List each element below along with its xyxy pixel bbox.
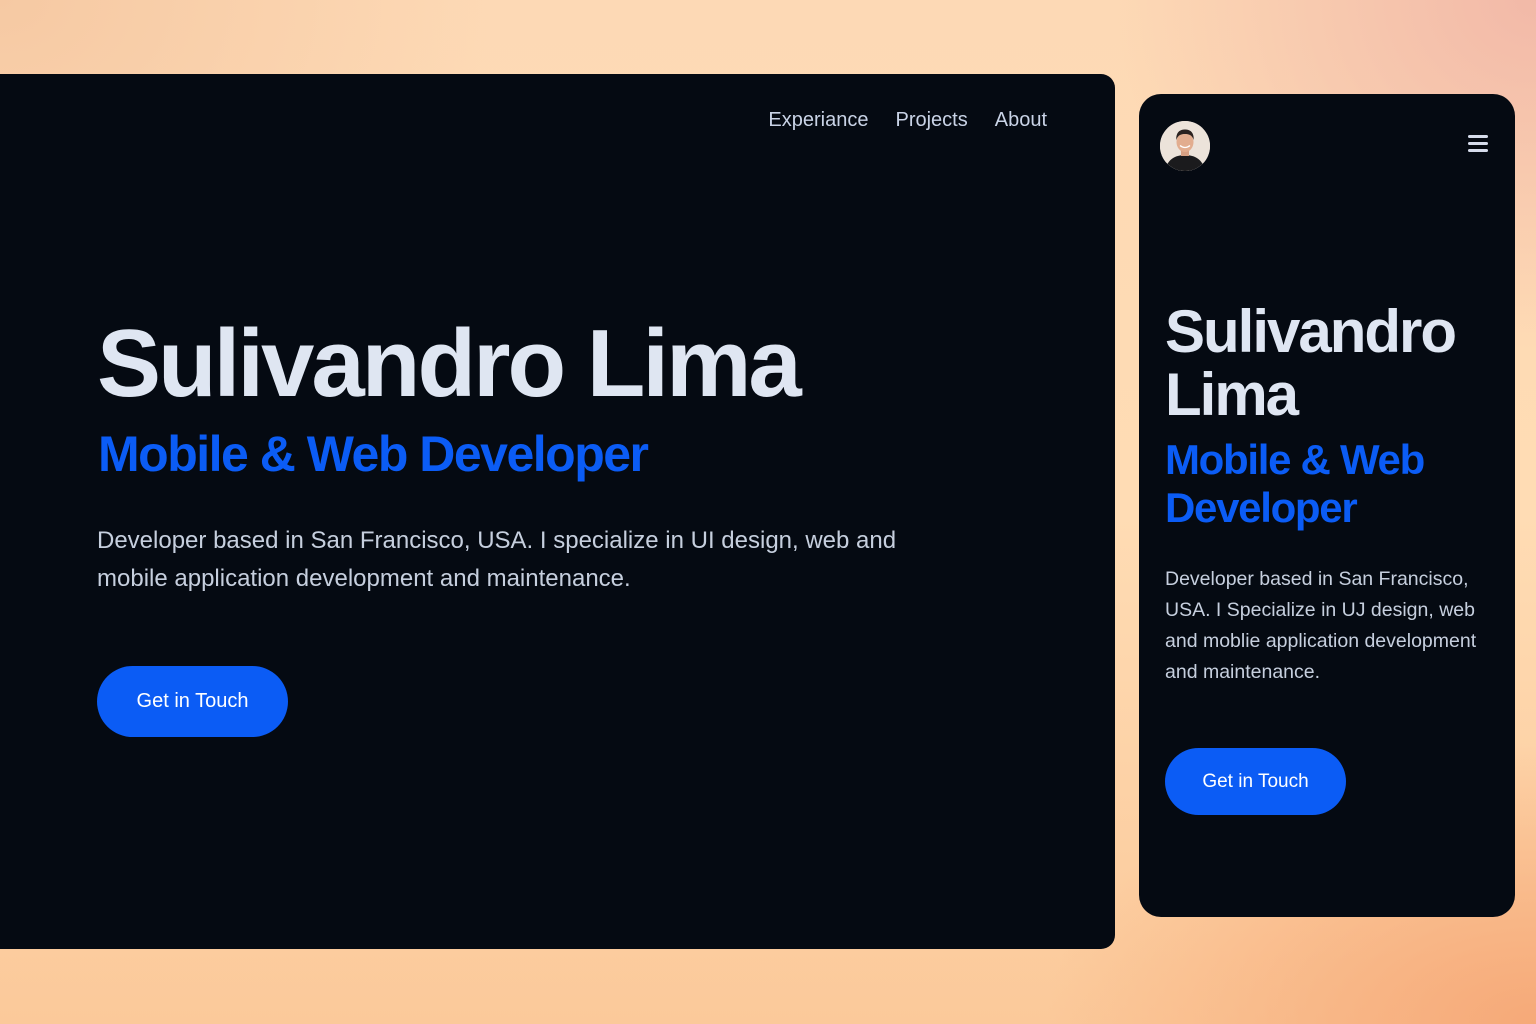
- mobile-preview: Sulivandro Lima Mobile & Web Developer D…: [1139, 94, 1515, 917]
- nav-projects[interactable]: Projects: [895, 108, 967, 132]
- hero-name: Sulivandro Lima: [1165, 298, 1457, 428]
- hero-bio: Developer based in San Francisco, USA. I…: [1165, 568, 1477, 683]
- avatar[interactable]: [1160, 121, 1210, 171]
- nav-experience[interactable]: Experiance: [768, 108, 868, 132]
- get-in-touch-button[interactable]: Get in Touch: [97, 666, 288, 737]
- nav-about[interactable]: About: [995, 108, 1047, 132]
- hamburger-menu-icon[interactable]: [1468, 135, 1488, 152]
- profile-photo-icon: [1160, 121, 1210, 171]
- desktop-preview: Experiance Projects About Sulivandro Lim…: [0, 74, 1115, 949]
- hero-name: Sulivandro Lima: [97, 310, 802, 417]
- get-in-touch-button[interactable]: Get in Touch: [1165, 748, 1346, 815]
- hero-role: Mobile & Web Developer: [1165, 436, 1425, 531]
- desktop-nav: Experiance Projects About: [768, 108, 1047, 132]
- hero-bio: Developer based in San Francisco, USA. I…: [97, 527, 897, 592]
- hero-role: Mobile & Web Developer: [98, 426, 649, 482]
